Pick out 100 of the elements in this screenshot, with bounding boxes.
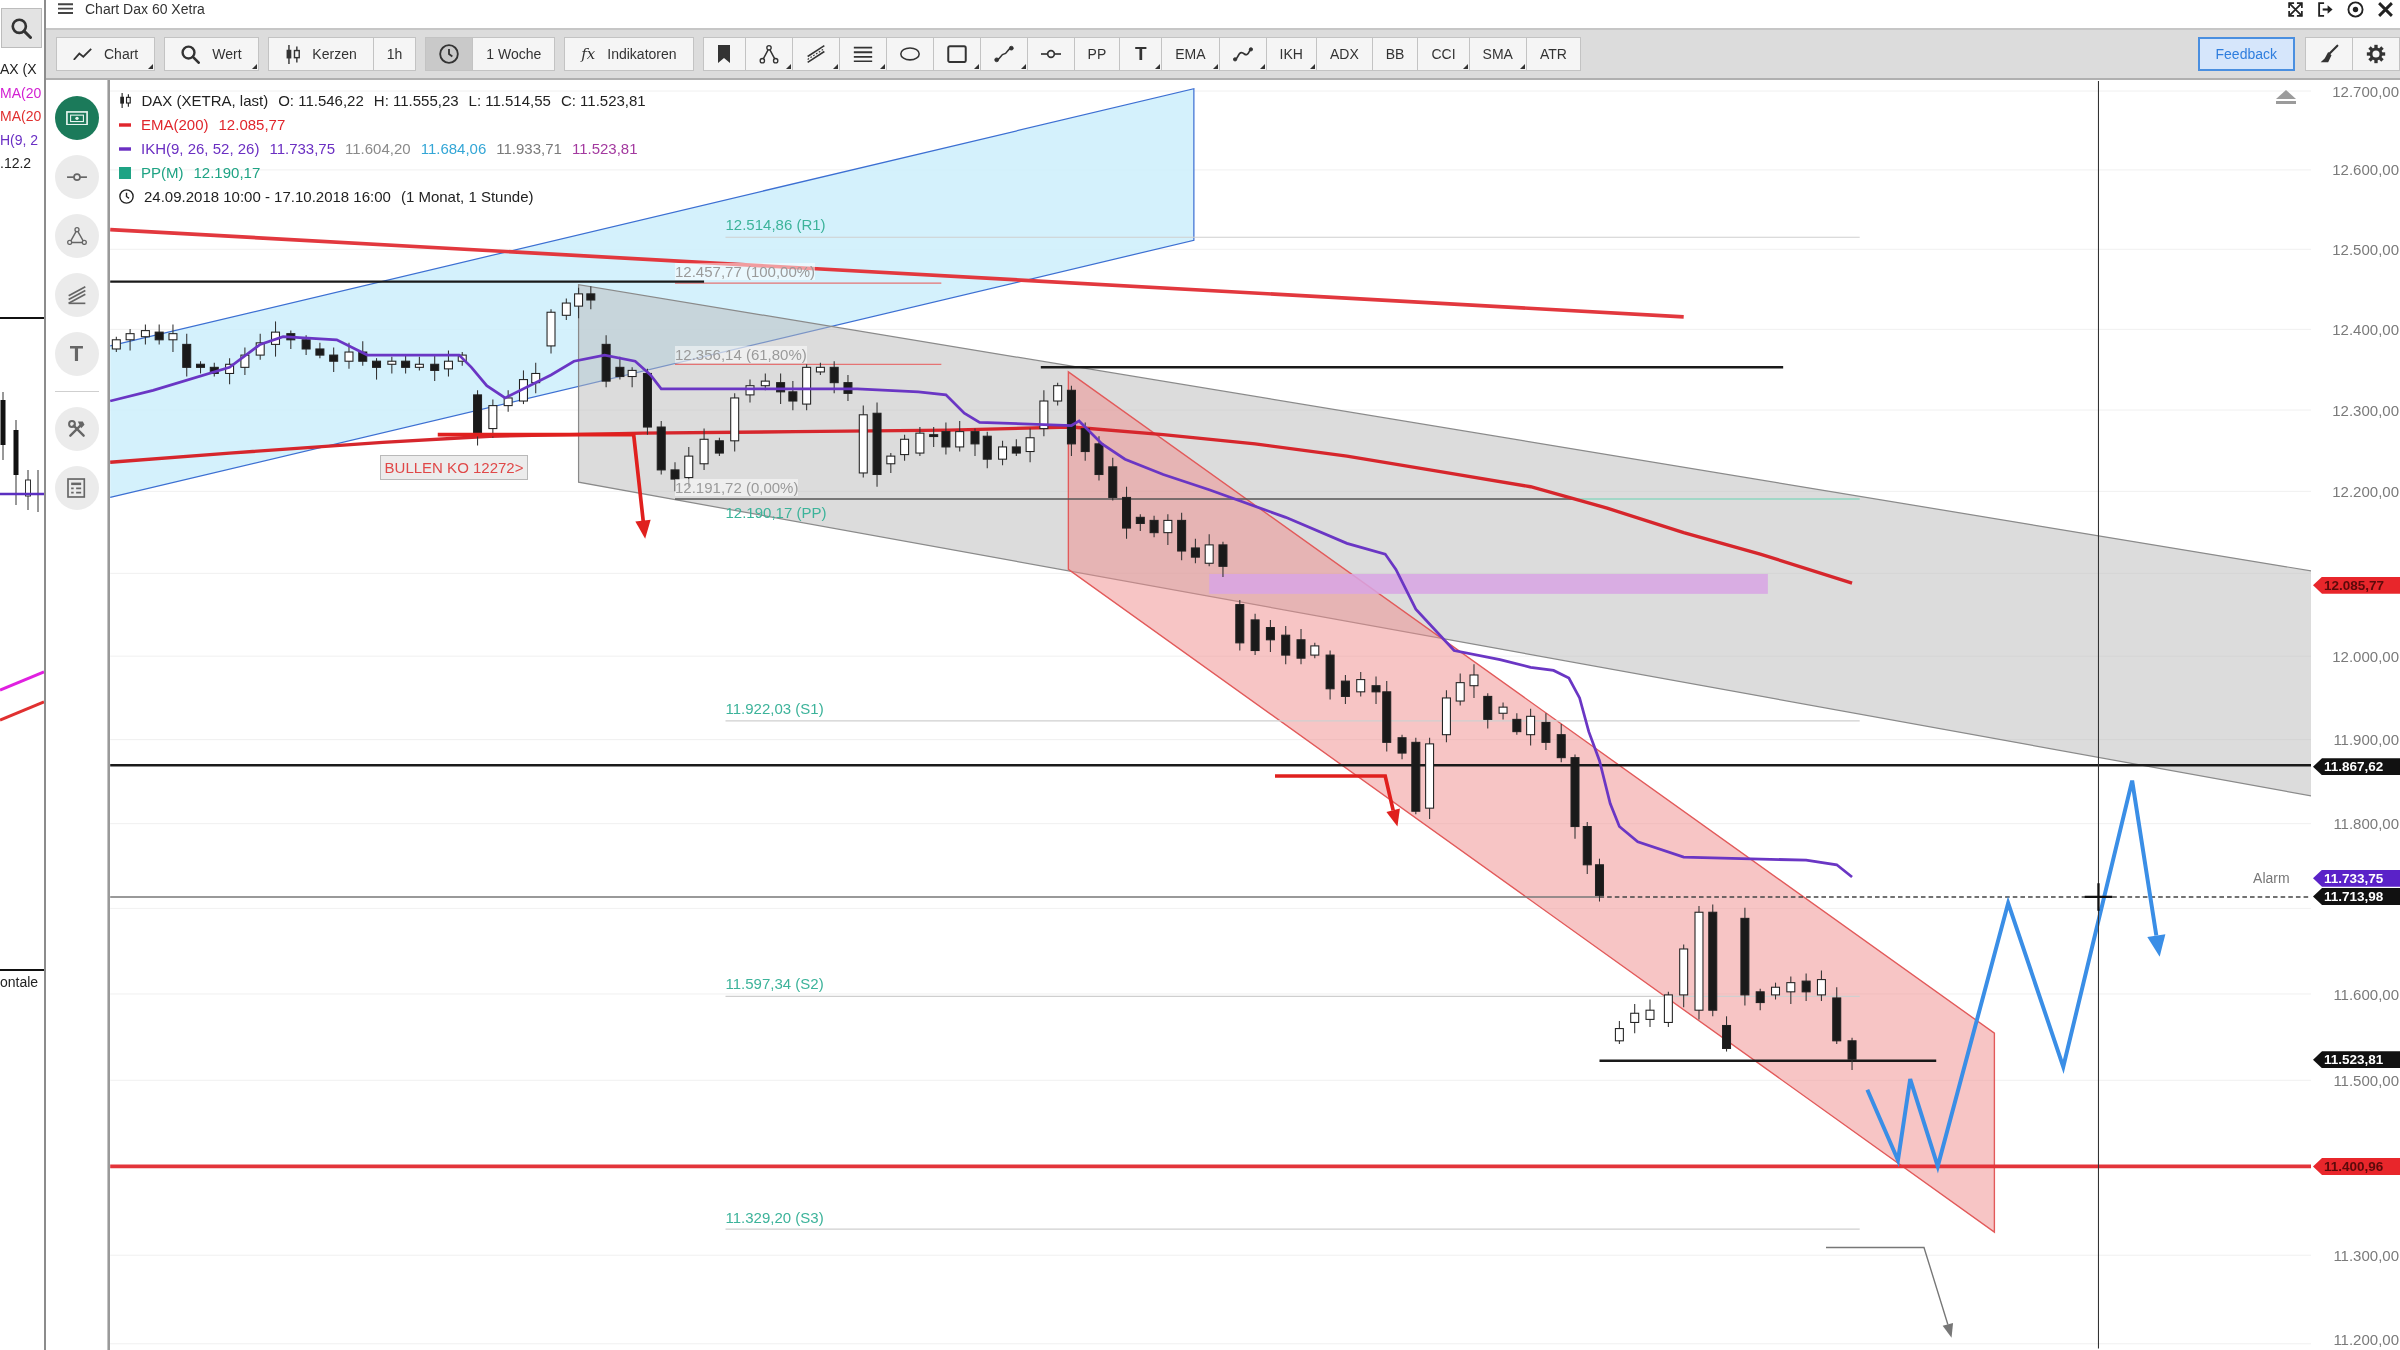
tool-button[interactable] [54,466,99,510]
wave-line-icon [1232,45,1253,63]
crosshair-icon [2083,882,2114,912]
toolbar-button[interactable]: PP [1073,37,1121,71]
indicator-value: 12.085,77 [218,116,286,133]
triangle-icon [66,226,87,246]
axis-label: 11.800,00 [2333,815,2399,833]
toolbar-button[interactable] [1218,37,1267,71]
legend-text: MA(20 [0,83,42,103]
axis-label: 12.500,00 [2332,240,2399,258]
toolbar-button[interactable]: 1 Woche [472,37,556,71]
ellipse-icon [899,47,920,61]
indicator-value: 11.684,06 [420,140,487,157]
toolbar-button[interactable] [425,37,474,71]
legend-text: .12.2 [0,154,32,173]
diagonal-lines-icon [66,285,87,305]
indicator-name: PP(M) [141,164,184,181]
indicator-name: IKH(9, 26, 52, 26) [141,140,260,157]
toolbar-button[interactable]: SMA [1468,37,1527,71]
axis-label: 12.200,00 [2332,482,2399,500]
axis-label: 12.700,00 [2332,82,2399,100]
rectangle-icon [946,44,967,64]
price-value: O: 11.546,22 [278,92,364,109]
candlestick-icon [284,44,301,64]
toolbar-button[interactable]: T [1119,37,1163,71]
indicator-value: 11.733,75 [269,140,336,157]
indicator-value: 11.523,81 [571,140,638,157]
toolbar-button[interactable]: EMA [1161,37,1220,71]
brush-button[interactable] [2305,37,2353,71]
up-triangle-icon[interactable] [2276,90,2296,104]
brush-icon [2319,44,2339,64]
line-node-icon [1040,49,1061,59]
toolbar-button[interactable] [1026,37,1075,71]
toolbar-button[interactable]: fx Indikatoren [564,37,694,71]
toolbar-button[interactable]: CCI [1417,37,1470,71]
toolbar-button[interactable]: Chart [56,37,156,71]
price-value: C: 11.523,81 [560,92,646,109]
tools-icon [66,419,87,439]
window-title: Chart Dax 60 Xetra [85,1,205,17]
indicator-value: 11.604,20 [345,140,411,157]
alarm-label: Alarm [2253,869,2290,887]
toolbar-button[interactable] [932,37,981,71]
price-tag: 11.867,62 [2313,758,2400,776]
search-icon [181,44,201,64]
toolbar-button[interactable] [979,37,1028,71]
axis-label: 11.900,00 [2333,731,2399,748]
legend-text: H(9, 2 [0,130,39,150]
menu-icon[interactable] [58,3,73,15]
tool-button[interactable] [54,407,99,451]
close-icon[interactable] [2377,1,2394,18]
tool-button[interactable] [54,273,99,317]
toolbar-button[interactable] [702,37,746,71]
toolbar-button[interactable] [744,37,793,71]
line-chart-icon [73,47,92,61]
legend-text: AX (X [0,60,37,79]
settings-icon [2366,44,2386,64]
instrument-name: DAX (XETRA, last) [141,92,269,109]
price-tag: 11.523,81 [2313,1051,2400,1069]
price-value: H: 11.555,23 [373,92,459,109]
layout-icon [67,478,86,498]
axis-label: 12.400,00 [2332,320,2399,338]
search-button[interactable] [1,8,42,48]
toolbar-button[interactable] [791,37,840,71]
toolbar-button[interactable]: Wert [164,37,259,71]
tool-button[interactable] [54,155,99,199]
axis-label: 12.000,00 [2332,647,2399,665]
tool-button[interactable] [54,96,99,140]
toolbar-button[interactable]: ADX [1315,37,1373,71]
tool-button[interactable] [54,214,99,258]
horizontal-lines-icon [852,45,873,63]
toolbar-button[interactable]: Kerzen [267,37,374,71]
line-node-icon [66,172,87,182]
indicator-name: EMA(200) [141,116,209,133]
legend-text: MA(20 [0,107,42,126]
expand-icon[interactable] [2287,1,2304,18]
toolbar-button[interactable] [838,37,887,71]
axis-label: 11.200,00 [2333,1331,2399,1348]
level-label: 11.597,34 (S2) [725,975,824,992]
settings-button[interactable] [2352,37,2400,71]
price-value: L: 11.514,55 [468,92,551,109]
level-label: 12.457,77 (100,00%) [675,263,816,281]
toolbar-button[interactable]: BB [1371,37,1419,71]
exit-icon[interactable] [2317,1,2334,18]
indicator-value: 12.190,17 [193,164,261,181]
tool-button[interactable]: T [54,332,99,376]
level-label: 11.329,20 (S3) [725,1209,824,1227]
target-icon[interactable] [2347,1,2364,18]
toolbar-button[interactable] [885,37,934,71]
toolbar-button[interactable]: IKH [1265,37,1317,71]
axis-label: 12.300,00 [2332,401,2399,419]
bookmark-icon [717,44,732,64]
axis-label: 12.600,00 [2332,161,2399,179]
search-icon [11,17,32,39]
parallel-lines-icon [805,44,826,64]
toolbar-button[interactable]: 1h [372,37,417,71]
clock-icon [119,189,134,204]
peak-line-icon [758,44,779,64]
toolbar-button[interactable]: ATR [1525,37,1581,71]
clock-icon [439,44,460,64]
indicator-value: 11.933,71 [496,140,562,157]
